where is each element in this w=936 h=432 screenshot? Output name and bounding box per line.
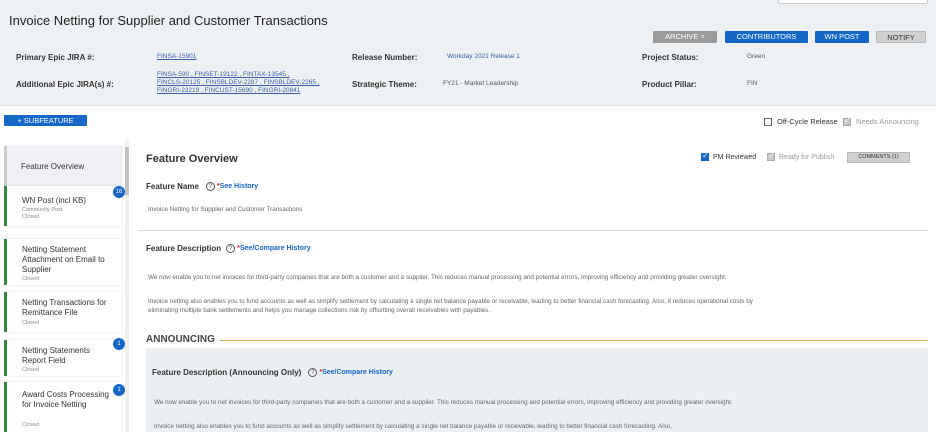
sidebar-item-label: Award Costs Processing for Invoice Netti…: [22, 390, 109, 409]
feature-overview-panel: Feature Overview PM Reviewed Ready for P…: [138, 140, 936, 432]
strategic-theme-value: FY21 - Market Leadership: [443, 80, 519, 87]
sidebar-item-feature-overview[interactable]: Feature Overview: [4, 146, 122, 188]
comment-count-badge: 1: [113, 338, 125, 350]
feature-description-paragraph-1: We now enable you to net invoices for th…: [148, 274, 727, 281]
section-title: Feature Overview: [146, 153, 238, 165]
see-compare-history-link[interactable]: *See/Compare History: [319, 369, 393, 376]
section-divider: [138, 230, 928, 231]
feature-header: ˅ Invoice Netting for Supplier and Custo…: [0, 0, 936, 106]
project-status-label: Project Status:: [642, 53, 699, 62]
ready-for-publish-label: Ready for Publish: [779, 153, 835, 161]
sidebar-item-status: Closed: [22, 422, 40, 428]
add-subfeature-button[interactable]: + SUBFEATURE: [4, 115, 87, 126]
sidebar-item-label: Feature Overview: [21, 162, 85, 171]
sidebar-scroll-thumb[interactable]: [125, 147, 129, 195]
sidebar-item-label: Netting Statements Report Field: [22, 346, 91, 365]
feature-name-value: Invoice Netting for Supplier and Custome…: [148, 206, 303, 213]
sidebar-item-status: Closed: [22, 320, 40, 326]
comment-count-badge: 1: [113, 384, 125, 396]
sidebar-item-label: Netting Statement Attachment on Email to…: [22, 245, 105, 274]
sidebar-scrollbar[interactable]: [125, 140, 129, 432]
release-number-label: Release Number:: [352, 53, 418, 62]
sidebar-item-wn-post[interactable]: WN Post (incl KB) Community Post Closed …: [4, 186, 125, 226]
needs-announcing-label: Needs Announcing: [856, 117, 919, 126]
sidebar-item-subtitle: Community Post: [22, 207, 63, 213]
off-cycle-label: Off-Cycle Release: [777, 117, 838, 126]
announcing-description-field: Feature Description (Announcing Only) ? …: [152, 368, 393, 377]
additional-epic-links-row3[interactable]: FINGRI-23219 , FINCUST-15690 , FINGRI-20…: [157, 87, 300, 95]
see-compare-history-link[interactable]: *See/Compare History: [237, 245, 311, 252]
see-history-link[interactable]: *See History: [217, 183, 258, 190]
product-pillar-value: FIN: [747, 80, 758, 87]
strategic-theme-label: Strategic Theme:: [352, 80, 417, 89]
contributors-button[interactable]: CONTRIBUTORS: [725, 31, 808, 43]
sidebar-item-label: WN Post (incl KB): [22, 196, 87, 205]
needs-announcing-checkmark-icon[interactable]: [843, 116, 851, 126]
chevron-down-icon: ˅: [919, 0, 923, 2]
sidebar-item-label: Netting Transactions for Remittance File: [22, 298, 107, 317]
feature-name-field: Feature Name ? *See History: [146, 182, 258, 191]
sidebar-item-award-costs[interactable]: Award Costs Processing for Invoice Netti…: [4, 382, 125, 432]
top-dropdown[interactable]: ˅: [778, 0, 928, 4]
additional-epic-links-row1[interactable]: FINSA-590 , FINSET-19122 , FINTAX-13545 …: [157, 71, 289, 79]
sidebar-item-status: Closed: [22, 276, 40, 282]
pm-reviewed-label: PM Reviewed: [713, 153, 757, 161]
ready-for-publish-checkmark-icon[interactable]: [767, 151, 775, 161]
subfeature-sidebar: Feature Overview WN Post (incl KB) Commu…: [4, 140, 129, 432]
notify-button[interactable]: NOTIFY: [876, 31, 926, 43]
help-circle-icon[interactable]: ?: [205, 182, 215, 191]
wn-post-button[interactable]: WN POST: [815, 31, 869, 43]
help-circle-icon[interactable]: ?: [226, 244, 236, 253]
feature-description-label: Feature Description: [146, 244, 222, 253]
product-pillar-label: Product Pillar:: [642, 80, 697, 89]
announcing-description-paragraph-1: We now enable you to net invoices for th…: [154, 399, 733, 406]
announcing-description-paragraph-2: Invoice netting also enables you to fund…: [154, 423, 673, 430]
page-title: Invoice Netting for Supplier and Custome…: [9, 13, 328, 28]
sidebar-item-netting-statement-attachment[interactable]: Netting Statement Attachment on Email to…: [4, 239, 122, 285]
primary-epic-label: Primary Epic JIRA #:: [16, 53, 95, 62]
announcing-section: Feature Description (Announcing Only) ? …: [146, 348, 928, 432]
release-number-value: Workday 2021 Release 1: [447, 53, 520, 60]
archive-button[interactable]: ARCHIVE ˅: [653, 31, 717, 43]
ready-for-publish-checkbox[interactable]: Ready for Publish: [767, 151, 835, 161]
sidebar-item-status: Closed: [22, 367, 40, 373]
primary-epic-link[interactable]: FINSA-15901: [157, 53, 196, 61]
sidebar-item-status: Closed: [22, 214, 40, 220]
subfeature-label: + SUBFEATURE: [17, 116, 74, 125]
feature-description-field: Feature Description ? *See/Compare Histo…: [146, 244, 311, 253]
additional-epic-links-row2[interactable]: FINCLS-20125 , FINSBLDEV-2287 , FINSBLDE…: [157, 79, 320, 87]
comment-count-badge: 16: [113, 186, 125, 198]
additional-epic-label: Additional Epic JIRA(s) #:: [16, 80, 114, 89]
off-cycle-release-checkbox[interactable]: Off-Cycle Release: [764, 117, 838, 126]
feature-description-paragraph-2: Invoice netting also enables you to fund…: [148, 298, 753, 314]
announcing-description-label: Feature Description (Announcing Only): [152, 368, 302, 377]
project-status-value: Green: [747, 53, 766, 60]
announcing-heading: ANNOUNCING: [146, 334, 215, 345]
comments-button[interactable]: COMMENTS (1): [847, 152, 910, 163]
pm-reviewed-checkbox[interactable]: PM Reviewed: [701, 151, 757, 161]
needs-announcing-checkbox[interactable]: Needs Announcing: [843, 116, 919, 126]
sidebar-item-netting-statements-report[interactable]: Netting Statements Report Field Closed 1: [4, 338, 125, 376]
help-circle-icon[interactable]: ?: [308, 368, 318, 377]
feature-name-label: Feature Name: [146, 182, 199, 191]
pm-reviewed-checkmark-icon[interactable]: [701, 151, 709, 161]
off-cycle-checkbox-box[interactable]: [764, 117, 772, 126]
announcing-divider: [220, 340, 928, 341]
sidebar-item-netting-transactions[interactable]: Netting Transactions for Remittance File…: [4, 292, 122, 332]
